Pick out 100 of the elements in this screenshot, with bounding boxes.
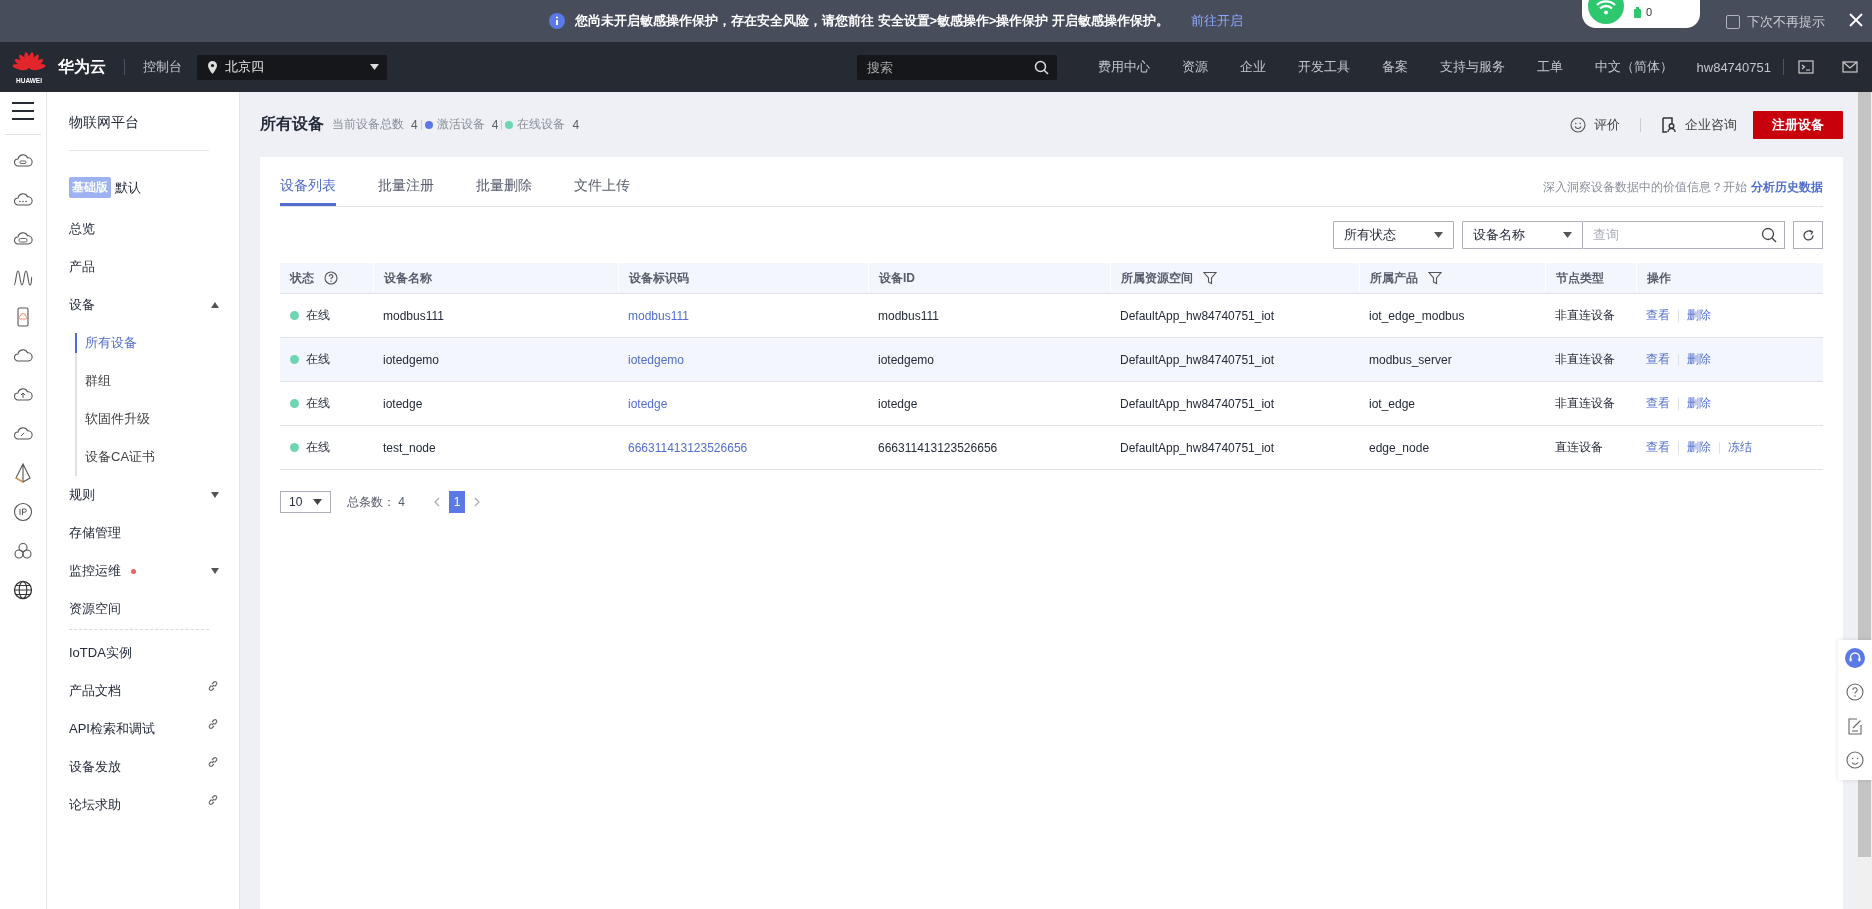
column-header: 所属资源空间 [1121,269,1193,287]
search-field[interactable]: 查询 [1583,221,1785,249]
document-person-icon [1661,116,1677,133]
sidebar-item[interactable]: 监控运维 [47,552,239,590]
sidebar-item[interactable]: 设备发放 [47,748,239,786]
tab[interactable]: 设备列表 [280,177,336,206]
tab[interactable]: 批量删除 [476,177,532,206]
help-icon[interactable] [324,271,338,285]
sidebar-subitem[interactable]: 所有设备 [75,333,239,353]
three-circles-icon[interactable] [13,541,33,561]
history-data-link[interactable]: 分析历史数据 [1751,179,1823,196]
console-link[interactable]: 控制台 [143,58,182,76]
search-icon [1033,59,1049,75]
sidebar-item[interactable]: 规则 [47,476,239,514]
search-field[interactable]: 搜索 [856,54,1057,80]
nav-link[interactable]: 工单 [1520,58,1579,76]
info-icon [549,13,566,29]
username-link[interactable]: hw84740751 [1688,59,1783,75]
action-link[interactable]: 查看 [1646,351,1670,368]
node-id-link[interactable]: 666311413123526656 [628,440,748,455]
page-title: 所有设备 [260,114,324,134]
search-icon [1761,227,1777,243]
region-select[interactable]: 北京四 [197,54,387,80]
sidebar-subitem[interactable]: 软固件升级 [75,400,239,438]
globe-icon[interactable] [13,580,33,600]
terminal-icon[interactable] [1798,59,1814,75]
nav-link[interactable]: 备案 [1365,58,1424,76]
link-icon [207,718,219,730]
mail-icon[interactable] [1842,59,1858,75]
link-icon [207,794,219,806]
ip-icon[interactable] [13,502,33,522]
consult-link[interactable]: 企业咨询 [1685,115,1737,134]
edit-note-icon[interactable] [1845,716,1865,736]
column-header: 操作 [1647,269,1671,287]
sidebar-subitem[interactable]: 群组 [75,362,239,400]
nav-link[interactable]: 资源 [1165,58,1224,76]
node-id-link[interactable]: modbus111 [628,308,689,323]
column-header: 所属产品 [1370,269,1418,287]
sidebar-item[interactable]: API检索和调试 [47,710,239,748]
sidebar-item[interactable]: 设备 [47,286,239,324]
wave-icon[interactable] [13,268,33,288]
sidebar-item[interactable]: 论坛求助 [47,786,239,824]
table-cell: iot_edge_modbus [1369,308,1465,323]
sidebar-item[interactable]: 总览 [47,210,239,248]
smiley-icon[interactable] [1845,750,1865,770]
stat-count: 4 [491,117,499,132]
action-link[interactable]: 删除 [1687,307,1711,324]
column-header: 设备ID [879,269,915,287]
nav-link[interactable]: 支持与服务 [1423,58,1521,76]
sidebar-item[interactable]: IoTDA实例 [47,634,239,672]
node-id-link[interactable]: iotedge [628,396,668,411]
sidebar-subitem[interactable]: 设备CA证书 [75,438,239,476]
dont-show-checkbox[interactable]: 下次不再提示 [1726,13,1825,31]
dropdown[interactable]: 所有状态 [1333,221,1454,249]
refresh-button[interactable] [1793,221,1823,249]
filter-icon[interactable] [1203,271,1217,285]
action-link[interactable]: 查看 [1646,395,1670,412]
sidebar-item[interactable]: 存储管理 [47,514,239,552]
nav-link[interactable]: 开发工具 [1281,58,1366,76]
sidebar-item[interactable]: 产品文档 [47,672,239,710]
enable-link[interactable]: 前往开启 [1190,12,1243,30]
status-text: 在线 [306,439,330,456]
close-icon[interactable] [1848,12,1864,28]
tab[interactable]: 批量注册 [378,177,434,206]
table-cell: iotedgemo [878,352,935,367]
node-id-link[interactable]: iotedgemo [628,352,685,367]
table-cell: edge_node [1369,440,1430,455]
dropdown[interactable]: 设备名称 [1462,221,1583,249]
headset-icon[interactable] [1845,648,1865,668]
rate-link[interactable]: 评价 [1594,115,1620,134]
action-link[interactable]: 查看 [1646,439,1670,456]
nav-link[interactable]: 企业 [1223,58,1282,76]
pyramid-icon[interactable] [13,463,33,483]
action-link[interactable]: 冻结 [1728,439,1752,456]
nav-link[interactable]: 中文（简体） [1578,58,1689,76]
stat-label: 激活设备 [436,116,485,133]
menu-icon[interactable] [12,102,34,120]
sidebar-item[interactable]: 产品 [47,248,239,286]
filter-icon[interactable] [1428,271,1442,285]
sidebar-item[interactable]: 资源空间 [47,590,239,628]
stat-label: 当前设备总数 [332,116,404,133]
page-button[interactable]: 1 [449,491,465,513]
table-cell: 非直连设备 [1555,351,1615,368]
table-cell: modbus111 [383,308,444,323]
nav-link[interactable]: 费用中心 [1081,58,1166,76]
action-link[interactable]: 删除 [1687,439,1711,456]
battery-icon [1634,7,1641,18]
caret-icon [370,64,379,70]
tab[interactable]: 文件上传 [574,177,630,206]
caret-icon [313,499,322,505]
register-device-button[interactable]: 注册设备 [1753,110,1843,139]
table-cell: 非直连设备 [1555,395,1615,412]
action-link[interactable]: 删除 [1687,395,1711,412]
action-link[interactable]: 删除 [1687,351,1711,368]
page-size-select[interactable]: 10 [280,491,331,513]
action-link[interactable]: 查看 [1646,307,1670,324]
column-header: 设备标识码 [629,269,689,287]
help-icon[interactable] [1845,682,1865,702]
table-cell: DefaultApp_hw84740751_iot [1120,308,1275,323]
stat-count: 4 [572,117,580,132]
